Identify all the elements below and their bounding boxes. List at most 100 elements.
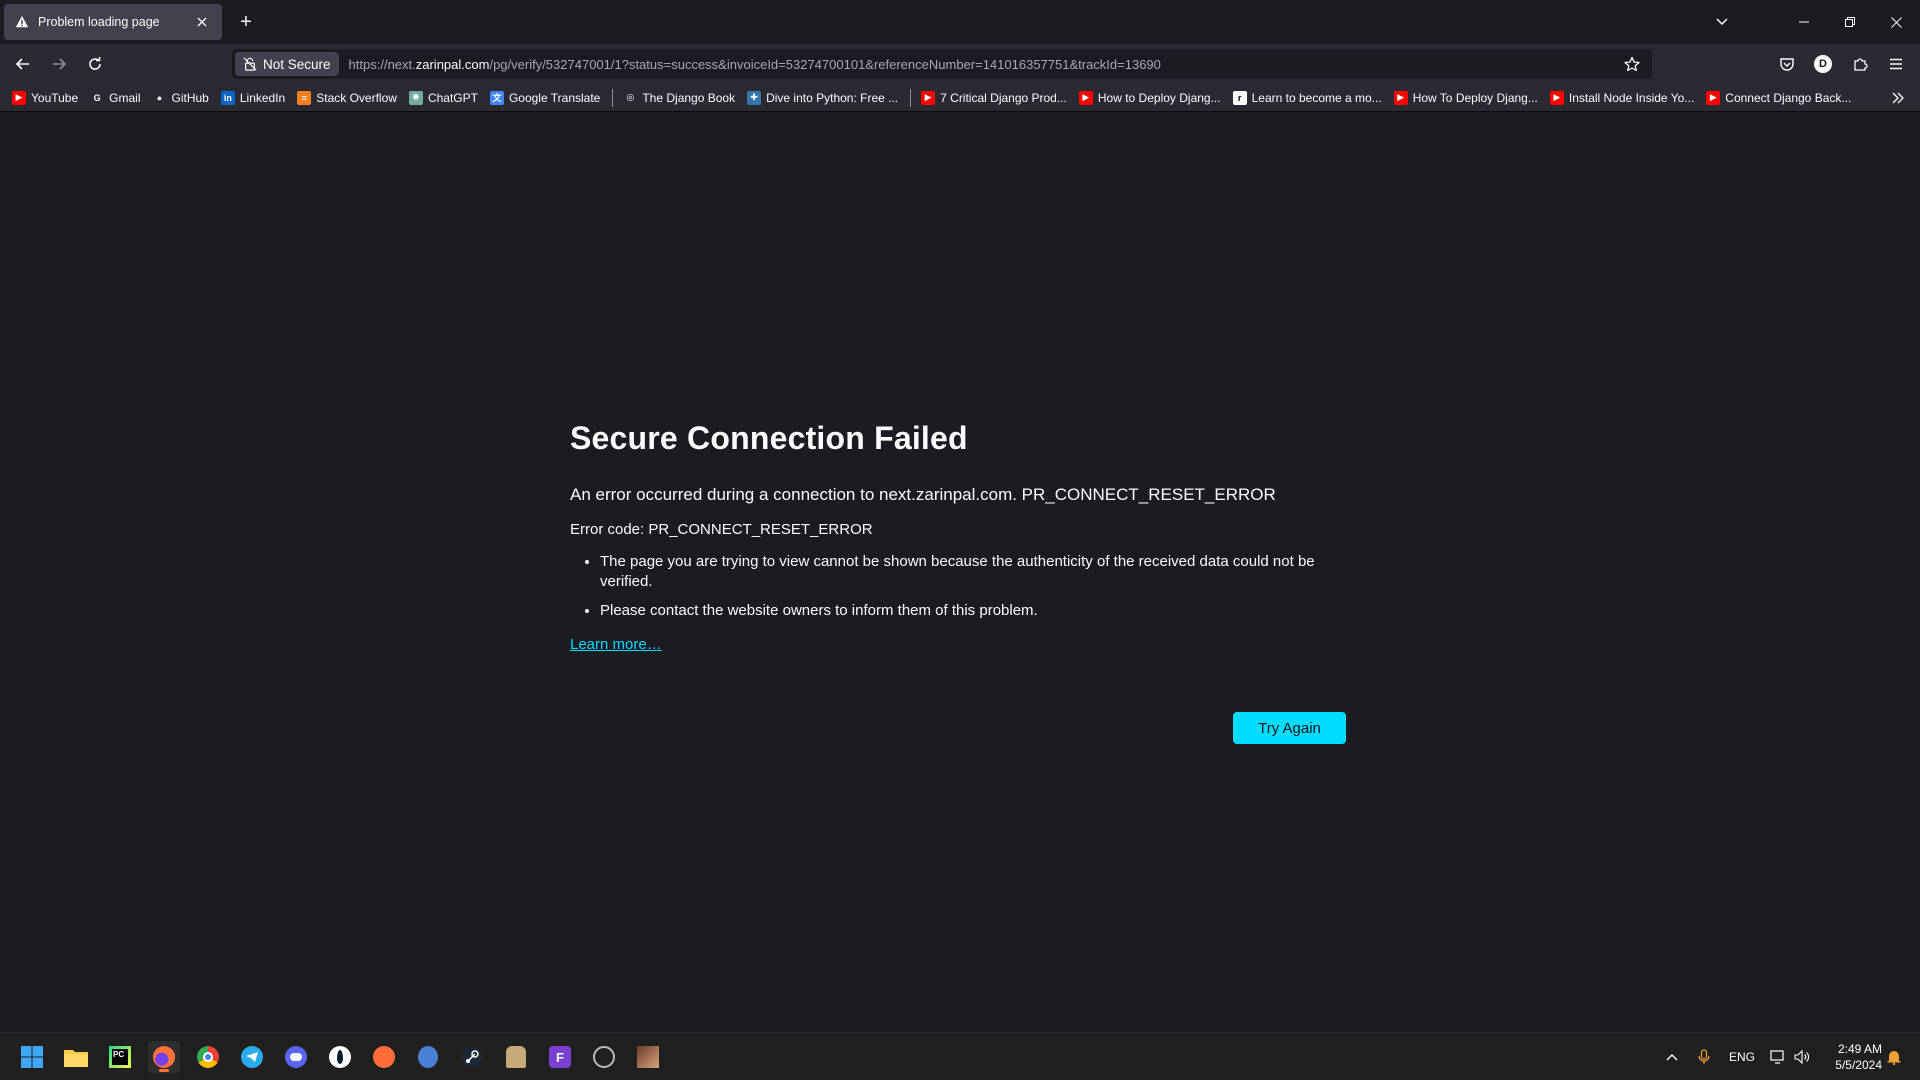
minimize-button[interactable] [1782,6,1826,38]
folder-icon [64,1050,88,1067]
taskbar-app-blue[interactable] [412,1041,444,1073]
bookmark-label: Google Translate [508,90,601,105]
bookmark-label: Dive into Python: Free ... [766,90,899,105]
chevron-down-icon [1716,18,1728,26]
bookmark-item[interactable]: ✺ ChatGPT [408,90,478,105]
minimize-icon [1799,21,1809,23]
new-tab-button[interactable]: + [234,10,258,34]
bell-icon [1887,1051,1901,1065]
pocket-button[interactable] [1772,50,1802,78]
error-page: Secure Connection Failed An error occurr… [570,420,1346,654]
youtube-icon: ▶ [1393,90,1408,105]
bookmark-item[interactable]: ▶ How To Deploy Djang... [1393,90,1538,105]
bookmark-item[interactable]: ▶ YouTube [12,90,78,105]
show-hidden-icons-button[interactable] [1660,1033,1684,1080]
extensions-button[interactable] [1845,50,1875,78]
taskbar-telegram[interactable] [236,1041,268,1073]
bookmark-label: Stack Overflow [316,90,397,105]
bookmark-item[interactable]: ≡ Stack Overflow [297,90,397,105]
app-menu-button[interactable] [1881,50,1911,78]
site-security-button[interactable]: Not Secure [235,52,339,76]
start-button[interactable] [16,1041,48,1073]
speaker-icon [1794,1050,1809,1064]
microphone-icon [1698,1049,1710,1064]
taskbar-steam[interactable] [456,1041,488,1073]
forward-button[interactable] [44,50,74,78]
bookmark-label: Connect Django Back... [1725,90,1852,105]
error-reasons-list: The page you are trying to view cannot b… [600,552,1346,621]
microphone-button[interactable] [1692,1033,1716,1080]
taskbar-file-explorer[interactable] [60,1041,92,1073]
bookmark-label: The Django Book [642,90,736,105]
network-button[interactable] [1766,1033,1790,1080]
url-prefix: https://next. [348,56,416,72]
bookmark-item[interactable]: ✚ Dive into Python: Free ... [747,90,899,105]
volume-button[interactable] [1790,1033,1814,1080]
bookmark-item[interactable]: G Gmail [90,90,141,105]
pocket-icon [1780,58,1794,71]
star-icon [1624,56,1640,72]
bookmark-item[interactable]: r Learn to become a mo... [1232,90,1382,105]
chevron-double-right-icon [1892,92,1904,104]
taskbar-discord[interactable] [280,1041,312,1073]
bookmarks-toolbar: ▶ YouTube G Gmail ● GitHub in LinkedIn ≡ Stack Ov… [0,84,1920,112]
google-icon: G [93,92,101,103]
nav-toolbar: Not Secure https://next.zarinpal.com/pg/… [0,44,1920,84]
bookmark-item[interactable]: ◎ The Django Book [623,91,735,105]
tab-title: Problem loading page [38,15,160,29]
taskbar-app-gray[interactable] [588,1041,620,1073]
close-window-button[interactable] [1874,6,1918,38]
bookmark-label: Install Node Inside Yo... [1568,90,1695,105]
bookmark-item[interactable]: ● GitHub [153,91,209,105]
bookmark-label: Gmail [109,90,141,105]
bookmark-label: ChatGPT [427,90,478,105]
taskbar-user-app[interactable] [500,1041,532,1073]
bookmark-star-button[interactable] [1618,50,1646,78]
url-host: zarinpal.com [415,56,490,72]
language-indicator[interactable]: ENG [1722,1033,1762,1080]
tab-problem-loading[interactable]: Problem loading page [4,4,222,40]
chrome-icon [197,1046,219,1068]
windows-icon [21,1046,43,1068]
error-code: Error code: PR_CONNECT_RESET_ERROR [570,521,873,538]
user-icon [506,1046,526,1068]
bookmark-item[interactable]: ▶ Connect Django Back... [1706,90,1852,105]
learn-more-link[interactable]: Learn more… [570,636,662,653]
list-item: The page you are trying to view cannot b… [600,552,1346,592]
list-all-tabs-button[interactable] [1710,10,1734,34]
page-title: Secure Connection Failed [570,420,968,456]
pycharm-icon: PC [109,1046,131,1068]
postman-icon [373,1046,395,1068]
bookmarks-overflow-button[interactable] [1888,88,1908,108]
account-button[interactable]: D [1808,50,1838,78]
bookmark-item[interactable]: ▶ Install Node Inside Yo... [1549,90,1695,105]
url-bar[interactable]: Not Secure https://next.zarinpal.com/pg/… [232,49,1652,79]
taskbar-postman[interactable] [368,1041,400,1073]
try-again-button[interactable]: Try Again [1233,712,1346,744]
taskbar-chrome[interactable] [192,1041,224,1073]
close-icon [1890,16,1902,28]
url-text[interactable]: https://next.zarinpal.com/pg/verify/5327… [349,57,1618,72]
python-icon: ✚ [747,90,762,105]
bookmark-item[interactable]: ▶ How to Deploy Djang... [1078,90,1221,105]
linkedin-icon: in [220,90,235,105]
reload-button[interactable] [80,50,110,78]
mongodb-icon [329,1046,351,1068]
bookmark-item[interactable]: ▶ 7 Critical Django Prod... [921,90,1067,105]
youtube-icon: ▶ [1706,90,1721,105]
notifications-button[interactable] [1882,1033,1906,1080]
taskbar-app-purple[interactable]: F [544,1041,576,1073]
back-button[interactable] [8,50,38,78]
taskbar-mongodb[interactable] [324,1041,356,1073]
bookmark-item[interactable]: 文 Google Translate [489,90,601,105]
bookmark-separator [910,88,912,107]
bookmark-item[interactable]: in LinkedIn [220,90,285,105]
restore-button[interactable] [1828,6,1872,38]
not-secure-label: Not Secure [263,56,331,72]
taskbar-firefox[interactable] [148,1041,180,1073]
clock[interactable]: 2:49 AM 5/5/2024 [1812,1041,1882,1073]
taskbar-pycharm[interactable]: PC [104,1041,136,1073]
bookmark-label: How to Deploy Djang... [1097,90,1221,105]
taskbar-app-image[interactable] [632,1041,664,1073]
close-icon[interactable] [192,12,212,32]
